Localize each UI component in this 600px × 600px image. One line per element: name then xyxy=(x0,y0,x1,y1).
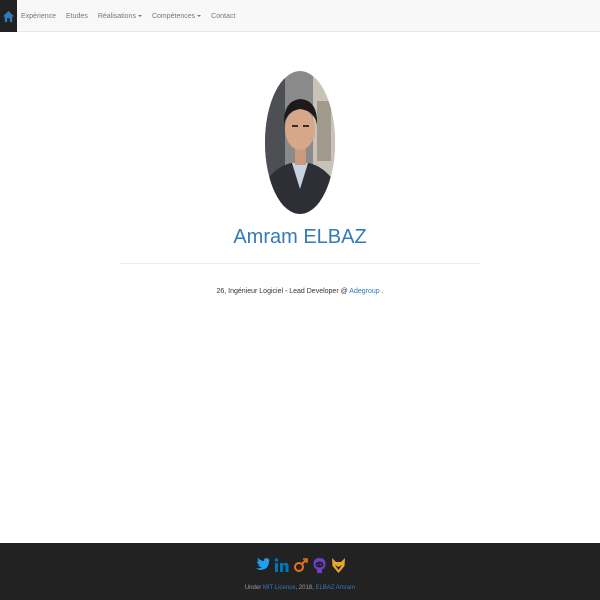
nav-item-label: Expérience xyxy=(21,12,57,20)
home-button[interactable] xyxy=(0,0,17,32)
author-link[interactable]: ELBAZ Amram xyxy=(315,585,355,591)
footer-text-middle: , 2018, xyxy=(295,585,316,591)
nav-item-label: Réalisations xyxy=(97,12,136,20)
fox-icon[interactable] xyxy=(331,556,346,574)
nav-item-label: Contact xyxy=(211,12,236,20)
nav-item-label: Compétences xyxy=(151,12,196,20)
nav-item-etudes[interactable]: Etudes xyxy=(66,13,88,20)
gender-icon[interactable] xyxy=(293,556,308,574)
profile-tagline: 26, Ingénieur Logiciel - Lead Developer … xyxy=(0,288,600,295)
nav-item-competences-dropdown[interactable]: Compétences xyxy=(151,12,202,20)
profile-photo xyxy=(265,71,335,214)
divider xyxy=(120,263,480,264)
nav-item-realisations-dropdown[interactable]: Réalisations xyxy=(98,13,142,20)
license-link[interactable]: MIT Licence xyxy=(263,585,296,591)
twitter-icon[interactable] xyxy=(255,556,270,574)
caret-down-icon xyxy=(137,15,142,17)
footer-text-prefix: Under xyxy=(244,585,263,591)
footer-credits: Under MIT Licence, 2018, ELBAZ Amram xyxy=(0,585,600,591)
nav-item-contact[interactable]: Contact xyxy=(211,13,235,20)
profile-name: Amram ELBAZ xyxy=(233,226,367,248)
social-links xyxy=(0,556,600,574)
linkedin-icon[interactable] xyxy=(274,556,289,574)
github-icon[interactable] xyxy=(312,556,327,574)
navbar: Expérience Etudes Réalisations Compétenc… xyxy=(0,0,600,32)
footer: Under MIT Licence, 2018, ELBAZ Amram xyxy=(0,543,600,600)
tagline-suffix: . xyxy=(379,288,384,295)
caret-down-icon xyxy=(197,15,202,17)
nav-item-experience[interactable]: Expérience xyxy=(21,13,56,20)
company-link[interactable]: Adegroup xyxy=(349,288,379,295)
home-icon xyxy=(2,10,15,23)
tagline-text: 26, Ingénieur Logiciel - Lead Developer … xyxy=(216,288,350,295)
nav-item-label: Etudes xyxy=(66,12,88,20)
nav-menu: Expérience Etudes Réalisations Compétenc… xyxy=(21,0,245,32)
